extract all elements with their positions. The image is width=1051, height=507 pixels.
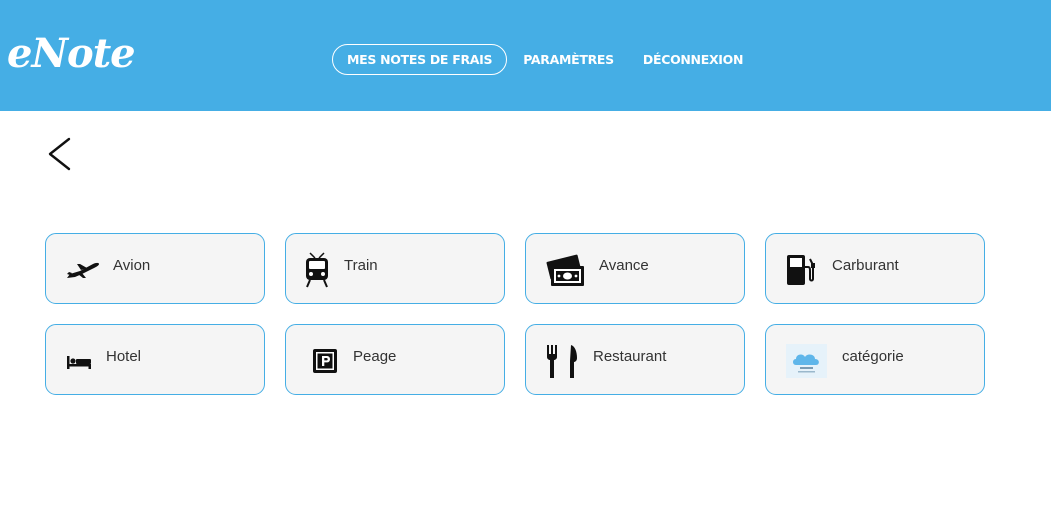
category-label: Avance <box>599 257 649 274</box>
header: eNote MES NOTES DE FRAIS PARAMÈTRES DÉCO… <box>0 0 1051 111</box>
train-icon <box>306 252 328 288</box>
category-label: Train <box>344 257 378 274</box>
app-logo[interactable]: eNote <box>7 30 136 77</box>
category-tile-avion[interactable]: Avion <box>45 233 265 304</box>
category-tile-carburant[interactable]: Carburant <box>765 233 985 304</box>
nav-mes-notes-de-frais[interactable]: MES NOTES DE FRAIS <box>332 44 508 75</box>
main-nav: MES NOTES DE FRAIS PARAMÈTRES DÉCONNEXIO… <box>332 44 743 75</box>
category-tile-hotel[interactable]: Hotel <box>45 324 265 395</box>
nav-parametres[interactable]: PARAMÈTRES <box>523 52 614 67</box>
category-label: Avion <box>113 257 151 274</box>
category-tile-peage[interactable]: Peage <box>285 324 505 395</box>
bed-icon <box>67 356 91 369</box>
nav-deconnexion[interactable]: DÉCONNEXION <box>643 52 744 67</box>
category-label: Peage <box>353 348 397 365</box>
parking-icon <box>313 349 337 373</box>
back-button[interactable] <box>44 134 78 174</box>
fuel-pump-icon <box>787 255 815 285</box>
airplane-icon <box>67 262 99 278</box>
cloud-logo-icon <box>786 344 827 378</box>
category-tile-avance[interactable]: Avance <box>525 233 745 304</box>
category-label: Restaurant <box>593 348 667 365</box>
cutlery-icon <box>547 345 577 378</box>
chevron-left-icon <box>48 137 71 171</box>
category-label: Carburant <box>832 257 899 274</box>
category-tile-categorie[interactable]: catégorie <box>765 324 985 395</box>
category-label: Hotel <box>106 348 142 365</box>
category-tile-restaurant[interactable]: Restaurant <box>525 324 745 395</box>
cash-icon <box>546 254 584 286</box>
category-tile-train[interactable]: Train <box>285 233 505 304</box>
category-label: catégorie <box>842 348 904 365</box>
